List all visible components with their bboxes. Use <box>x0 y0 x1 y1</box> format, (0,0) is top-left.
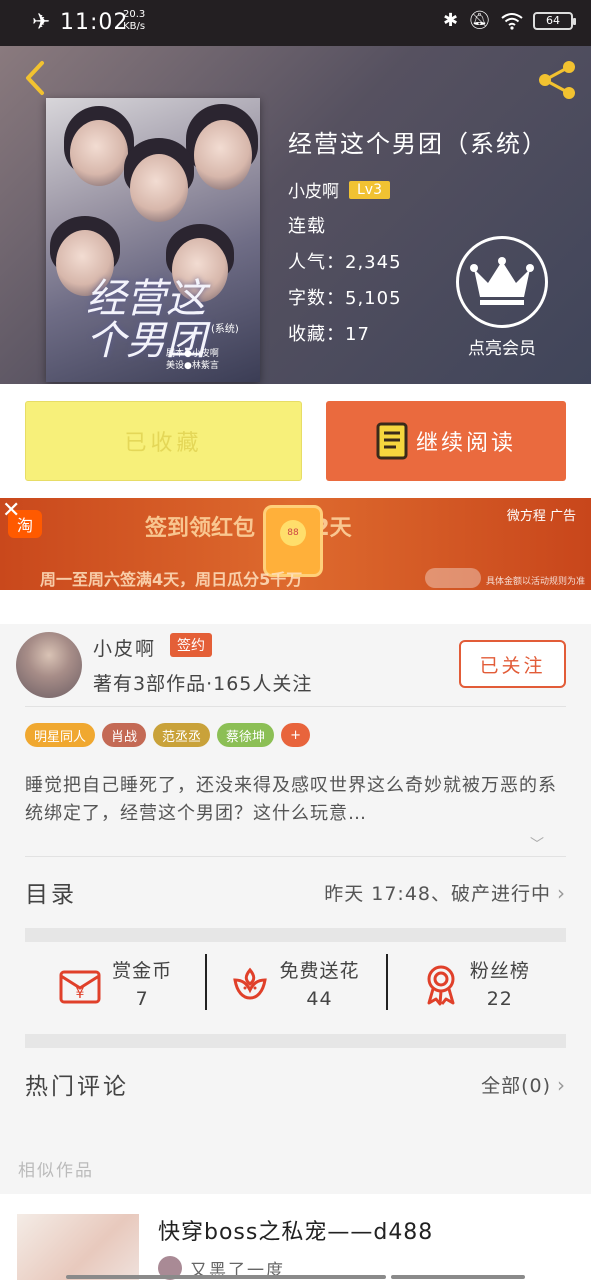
similar-work-item[interactable]: 快穿boss之私宠——d488 又黑了一度 <box>0 1194 591 1280</box>
ad-coupon-value: 88 <box>280 520 306 546</box>
back-arrow-icon[interactable] <box>18 60 54 96</box>
cover-figure <box>130 154 188 222</box>
similar-work-cover <box>17 1214 139 1280</box>
stats-row: ¥ 赏金币 7 免费送花 44 粉丝榜 22 <box>25 942 566 1028</box>
cover-subtitle: (系统) <box>211 324 239 335</box>
reward-count: 7 <box>135 988 149 1010</box>
signed-badge: 签约 <box>170 633 212 657</box>
book-header: 经营这个男团 (系统) 剧本●小皮啊 美设●林紫言 经营这个男团（系统） 小皮啊… <box>0 46 591 384</box>
crown-icon <box>470 257 534 305</box>
author-works-summary: 著有3部作品·165人关注 <box>93 673 313 695</box>
ribbon-icon <box>427 965 455 1006</box>
book-author[interactable]: 小皮啊 <box>288 177 339 202</box>
vip-button[interactable]: 点亮会员 <box>454 236 550 359</box>
cover-figure <box>194 120 252 190</box>
hot-comments-label: 热门评论 <box>25 1074 129 1100</box>
ad-toggle-graphic <box>425 568 481 588</box>
details-panel: 小皮啊 签约 著有3部作品·165人关注 已关注 明星同人 肖战 范丞丞 蔡徐坤… <box>0 624 591 1194</box>
reward-coins-button[interactable]: ¥ 赏金币 7 <box>25 942 205 1028</box>
book-status: 连载 <box>288 216 326 237</box>
latest-chapter: 昨天 17:48、破产进行中 <box>324 882 551 905</box>
svg-text:¥: ¥ <box>76 986 85 1002</box>
clock: 11:02 <box>60 10 129 35</box>
close-ad-icon[interactable]: ✕ <box>2 498 20 523</box>
catalog-row[interactable]: 目录 昨天 17:48、破产进行中 › <box>25 872 566 912</box>
ad-banner[interactable]: 淘 ✕ 签到领红包 已签 2天 88 周一至周六签满4天，周日瓜分5千万 微方程… <box>0 498 591 590</box>
coin-envelope-icon: ¥ <box>59 970 101 1004</box>
cover-credits: 剧本●小皮啊 美设●林紫言 <box>166 349 219 371</box>
flower-icon <box>233 967 268 1000</box>
ad-coupon-image: 88 <box>266 508 320 574</box>
tag-chip[interactable]: 肖战 <box>102 723 147 747</box>
flower-label: 免费送花 <box>279 960 360 982</box>
tag-chip[interactable]: 蔡徐坤 <box>217 723 275 747</box>
share-icon[interactable] <box>535 58 579 102</box>
expand-chevron-icon[interactable]: ﹀ <box>530 834 544 854</box>
author-name[interactable]: 小皮啊 <box>93 634 156 661</box>
reward-label: 赏金币 <box>112 960 173 982</box>
continue-reading-button[interactable]: 继续阅读 <box>326 401 566 481</box>
send-flower-button[interactable]: 免费送花 44 <box>205 942 385 1028</box>
flower-count: 44 <box>306 988 333 1010</box>
cover-figure <box>70 120 128 186</box>
author-level-badge: Lv3 <box>349 180 390 199</box>
divider <box>25 706 566 707</box>
fan-rank-label: 粉丝榜 <box>469 960 530 982</box>
tag-chip[interactable]: 明星同人 <box>25 723 96 747</box>
wifi-icon <box>501 12 523 30</box>
catalog-label: 目录 <box>25 882 77 908</box>
favorited-button[interactable]: 已收藏 <box>25 401 302 481</box>
hot-comments-row[interactable]: 热门评论 全部(0) › <box>25 1064 566 1104</box>
fan-ranking-button[interactable]: 粉丝榜 22 <box>385 942 566 1028</box>
scroll-indicator <box>391 1275 525 1279</box>
similar-works-header: 相似作品 <box>18 1161 94 1181</box>
section-band <box>25 1034 566 1048</box>
chevron-right-icon: › <box>557 880 566 905</box>
status-bar: ✈ 11:02 20.3 KB/s ✱ 🔕︎ 64 <box>0 0 591 46</box>
tag-list: 明星同人 肖战 范丞丞 蔡徐坤 + <box>25 723 310 747</box>
ad-note: 具体金额以活动规则为准 <box>485 577 585 587</box>
fan-rank-count: 22 <box>486 988 513 1010</box>
chevron-right-icon: › <box>557 1072 566 1097</box>
book-cover[interactable]: 经营这个男团 (系统) 剧本●小皮啊 美设●林紫言 <box>46 98 260 382</box>
action-bar: 已收藏 继续阅读 <box>0 384 591 498</box>
bluetooth-icon: ✱ <box>443 10 459 31</box>
ad-headline: 签到领红包 已签 2天 <box>145 516 352 541</box>
continue-reading-label: 继续阅读 <box>415 431 516 456</box>
all-comments-link[interactable]: 全部(0) <box>481 1075 551 1097</box>
book-title: 经营这个男团（系统） <box>288 130 548 158</box>
follow-button[interactable]: 已关注 <box>459 640 566 688</box>
ad-label: 微方程 广告 <box>506 508 576 524</box>
mute-icon: 🔕︎ <box>468 10 491 31</box>
divider <box>25 856 566 857</box>
ad-subline: 周一至周六签满4天，周日瓜分5千万 <box>40 570 303 589</box>
vip-label: 点亮会员 <box>468 339 536 359</box>
tag-chip[interactable]: 范丞丞 <box>153 723 211 747</box>
battery-indicator: 64 <box>533 11 576 30</box>
author-avatar[interactable] <box>16 632 82 698</box>
book-icon <box>376 422 408 460</box>
airplane-mode-icon: ✈ <box>32 10 51 35</box>
scroll-indicator <box>66 1275 386 1279</box>
book-description: 睡觉把自己睡死了，还没来得及感叹世界这么奇妙就被万恶的系统绑定了，经营这个男团？… <box>25 775 557 824</box>
similar-work-title: 快穿boss之私宠——d488 <box>158 1220 434 1245</box>
spacer <box>0 590 591 624</box>
more-tags-button[interactable]: + <box>281 723 310 747</box>
section-band <box>25 928 566 942</box>
network-speed: 20.3 KB/s <box>123 9 146 32</box>
